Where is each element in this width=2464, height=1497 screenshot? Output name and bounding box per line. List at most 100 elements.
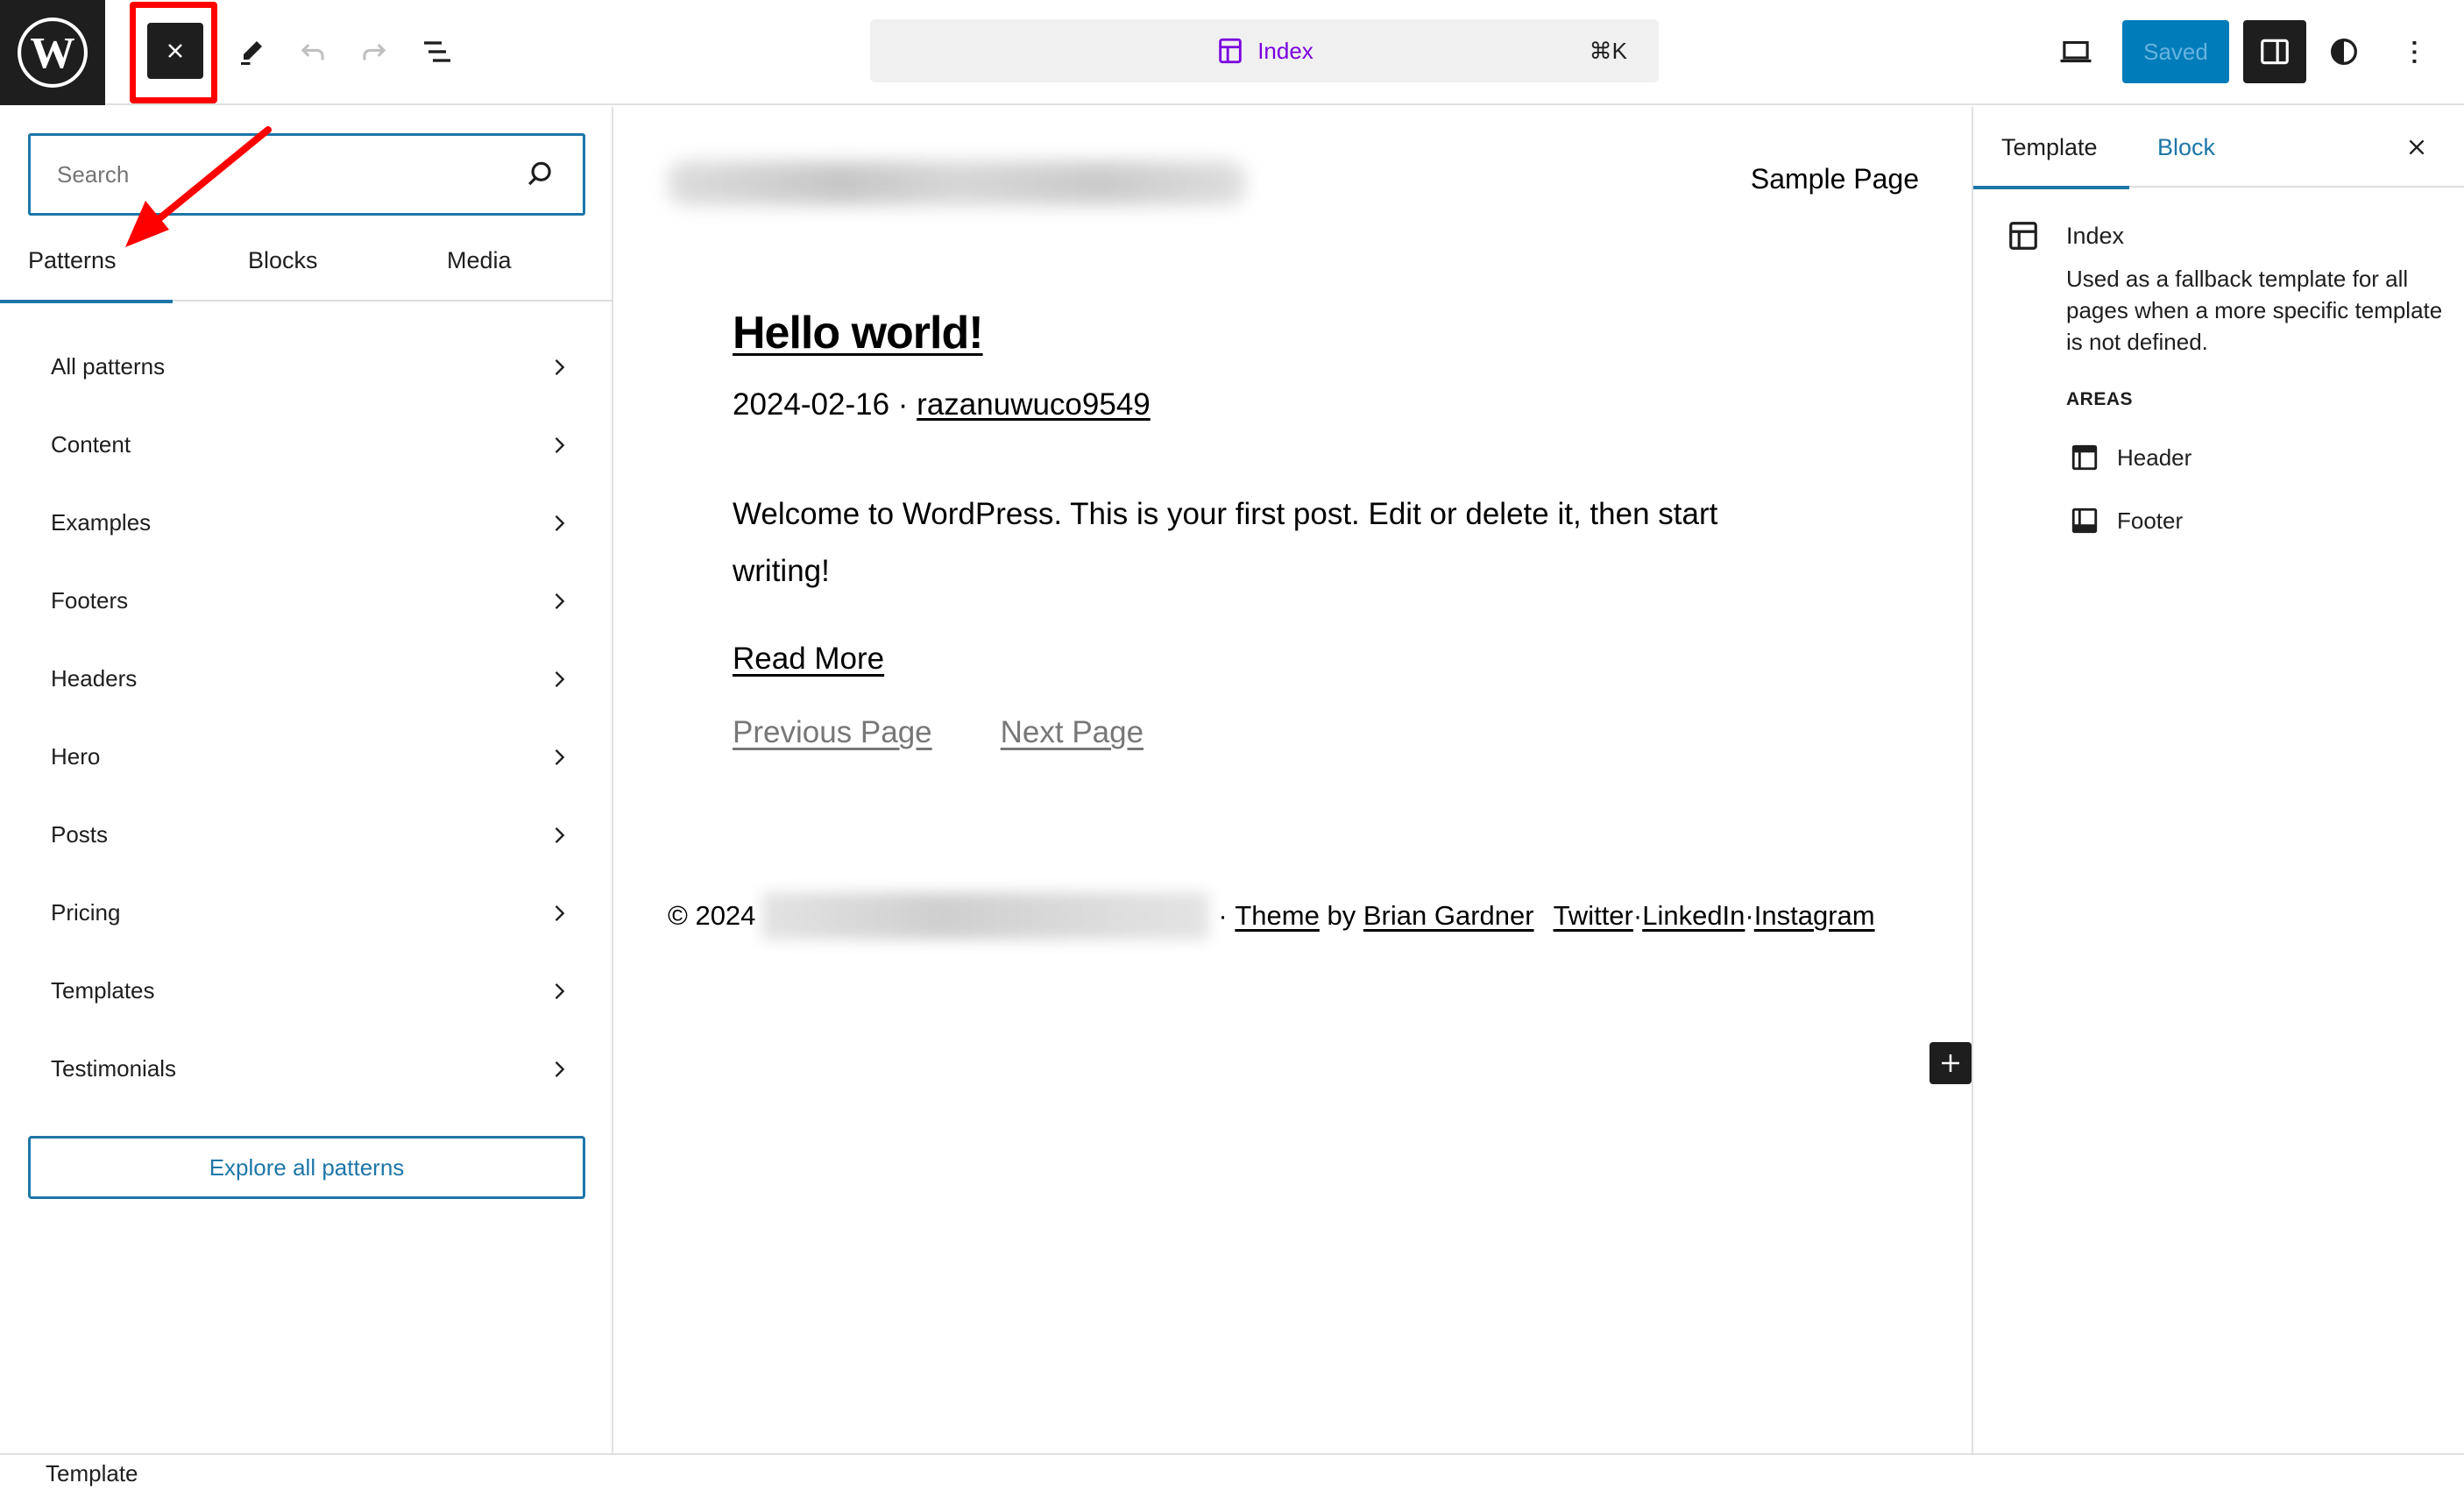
sidebar-icon	[2261, 39, 2289, 65]
chevron-right-icon	[555, 514, 565, 531]
post-meta: 2024-02-16 · razanuwuco9549	[733, 387, 1151, 422]
pattern-category-pricing[interactable]: Pricing	[0, 874, 613, 952]
pattern-category-hero[interactable]: Hero	[0, 718, 613, 796]
plus-icon	[1942, 1054, 1959, 1072]
theme-link[interactable]: Theme	[1235, 900, 1319, 932]
wordpress-logo-button[interactable]: W	[0, 0, 105, 105]
redo-button[interactable]	[349, 26, 400, 77]
copyright-text: © 2024	[668, 900, 756, 931]
close-icon	[2409, 139, 2425, 155]
chevron-right-icon	[555, 436, 565, 453]
post-author-link[interactable]: razanuwuco9549	[917, 387, 1151, 422]
post-title[interactable]: Hello world!	[733, 307, 984, 359]
tools-button[interactable]	[226, 26, 277, 77]
settings-toggle-button[interactable]	[2243, 20, 2306, 83]
settings-tabs: Template Block	[1973, 107, 2464, 189]
add-block-button[interactable]	[1929, 1042, 1972, 1084]
search-input[interactable]	[57, 160, 523, 188]
pattern-category-label: Content	[51, 431, 131, 458]
area-item-footer[interactable]: Footer	[2070, 503, 2183, 538]
wordpress-logo-icon: W	[18, 18, 88, 88]
view-button[interactable]	[2050, 26, 2101, 77]
area-label: Header	[2117, 443, 2192, 471]
pattern-category-posts[interactable]: Posts	[0, 796, 613, 874]
list-view-icon	[424, 41, 450, 62]
social-link-instagram[interactable]: Instagram	[1754, 900, 1875, 932]
list-view-button[interactable]	[412, 26, 463, 77]
pattern-category-footers[interactable]: Footers	[0, 562, 613, 640]
theme-author-link[interactable]: Brian Gardner	[1363, 900, 1534, 932]
more-vertical-icon	[2412, 41, 2417, 63]
close-settings-button[interactable]	[2397, 128, 2436, 167]
inserter-tabs: Patterns Blocks Media	[0, 219, 613, 303]
pattern-category-label: Headers	[51, 665, 138, 692]
tab-block[interactable]: Block	[2157, 107, 2215, 188]
chevron-right-icon	[555, 358, 565, 375]
site-name-blurred	[762, 892, 1210, 940]
nav-link-sample-page[interactable]: Sample Page	[1751, 163, 1919, 195]
footer-area-icon	[2071, 507, 2098, 534]
pattern-category-examples[interactable]: Examples	[0, 484, 613, 562]
pattern-category-headers[interactable]: Headers	[0, 640, 613, 718]
redo-icon	[363, 43, 386, 60]
pattern-category-label: Pricing	[51, 899, 121, 926]
undo-icon	[301, 43, 324, 60]
saved-button[interactable]: Saved	[2122, 20, 2229, 83]
area-label: Footer	[2117, 507, 2184, 534]
template-description: Used as a fallback template for all page…	[2066, 266, 2443, 355]
svg-text:W: W	[30, 28, 74, 78]
undo-button[interactable]	[287, 26, 338, 77]
footer-separator: ·	[1745, 900, 1754, 931]
half-circle-icon	[2331, 39, 2357, 65]
footer-by-text: by	[1327, 900, 1356, 931]
area-item-header[interactable]: Header	[2070, 440, 2191, 475]
options-button[interactable]	[2389, 26, 2439, 77]
search-box	[28, 133, 585, 216]
footer-separator: ·	[1632, 900, 1643, 931]
close-inserter-button[interactable]	[147, 23, 203, 79]
pagination: Previous Page Next Page	[733, 715, 1143, 750]
block-inserter-panel: Patterns Blocks Media All patterns Conte…	[0, 107, 613, 1453]
breadcrumb-template[interactable]: Template	[46, 1460, 138, 1487]
chevron-right-icon	[555, 905, 565, 921]
tab-patterns[interactable]: Patterns	[0, 219, 172, 303]
tab-blocks[interactable]: Blocks	[248, 219, 318, 302]
pattern-category-label: Hero	[51, 743, 101, 770]
pattern-category-all-patterns[interactable]: All patterns	[0, 328, 613, 406]
pattern-category-label: All patterns	[51, 353, 166, 380]
header-area-icon	[2071, 444, 2098, 471]
footer-separator: ·	[1218, 900, 1228, 931]
editor-canvas: Sample Page Hello world! 2024-02-16 · ra…	[615, 107, 1972, 1453]
pattern-category-content[interactable]: Content	[0, 406, 613, 484]
tab-media[interactable]: Media	[447, 219, 512, 302]
pattern-category-label: Posts	[51, 821, 109, 848]
pattern-category-templates[interactable]: Templates	[0, 952, 613, 1030]
social-link-twitter[interactable]: Twitter	[1554, 900, 1633, 932]
post-date: 2024-02-16	[733, 387, 890, 422]
chevron-right-icon	[555, 748, 565, 765]
meta-separator: ·	[897, 387, 909, 422]
settings-panel: Template Block Index Used as a fallback …	[1972, 107, 2464, 1453]
block-breadcrumb-bar: Template	[0, 1453, 2464, 1497]
explore-all-patterns-button[interactable]: Explore all patterns	[28, 1136, 585, 1199]
command-shortcut: ⌘K	[1589, 37, 1627, 64]
styles-button[interactable]	[2319, 26, 2369, 77]
close-icon	[168, 44, 182, 58]
read-more-link[interactable]: Read More	[733, 642, 884, 677]
command-palette-button[interactable]: Index ⌘K	[870, 19, 1659, 82]
search-icon	[528, 161, 551, 186]
areas-heading: AREAS	[2066, 389, 2134, 409]
next-page-link[interactable]: Next Page	[1001, 715, 1143, 750]
chevron-right-icon	[555, 827, 565, 843]
previous-page-link[interactable]: Previous Page	[733, 715, 932, 750]
tab-template[interactable]: Template	[1973, 107, 2129, 189]
layout-icon	[2009, 222, 2037, 250]
pattern-category-label: Examples	[51, 509, 152, 536]
command-bar-title: Index	[1257, 37, 1313, 64]
social-link-linkedin[interactable]: LinkedIn	[1642, 900, 1745, 932]
post-excerpt[interactable]: Welcome to WordPress. This is your first…	[733, 486, 1784, 600]
laptop-icon	[2060, 40, 2092, 63]
pattern-category-label: Templates	[51, 977, 155, 1004]
site-title-blurred	[668, 161, 1246, 205]
pattern-category-testimonials[interactable]: Testimonials	[0, 1030, 613, 1108]
